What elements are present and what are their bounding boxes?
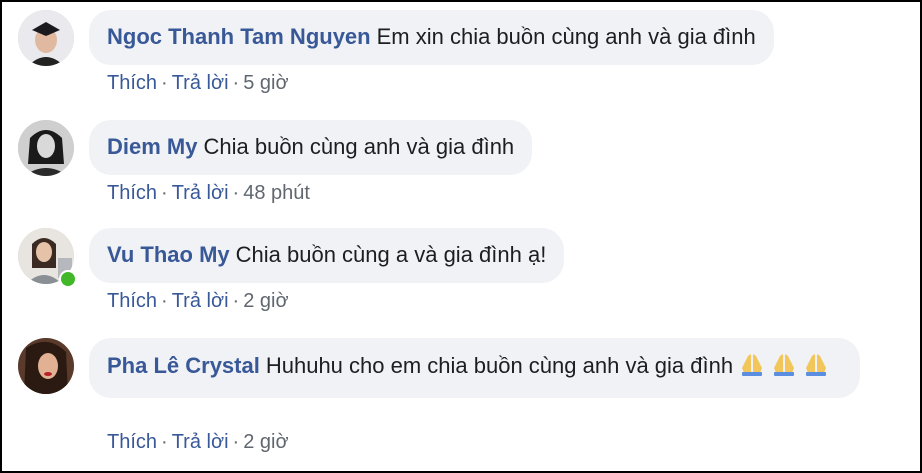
comment-bubble: Ngoc Thanh Tam Nguyen Em xin chia buồn cù… bbox=[89, 10, 774, 65]
comment-timestamp[interactable]: 5 giờ bbox=[243, 72, 288, 94]
comment-bubble: Pha Lê Crystal Huhuhu cho em chia buồn cù… bbox=[89, 338, 860, 398]
comment-text: Em xin chia buồn cùng anh và gia đình bbox=[376, 24, 756, 49]
comment-actions: Thích · Trả lời · 2 giờ bbox=[107, 290, 289, 312]
reply-link[interactable]: Trả lời bbox=[172, 182, 229, 204]
avatar[interactable] bbox=[18, 338, 74, 394]
comment-author[interactable]: Ngoc Thanh Tam Nguyen bbox=[107, 24, 371, 49]
comment-actions: Thích · Trả lời · 5 giờ bbox=[107, 72, 289, 94]
like-link[interactable]: Thích bbox=[107, 290, 157, 312]
like-link[interactable]: Thích bbox=[107, 72, 157, 94]
comment-timestamp[interactable]: 2 giờ bbox=[243, 431, 288, 453]
comment-list: Ngoc Thanh Tam Nguyen Em xin chia buồn cù… bbox=[0, 0, 922, 473]
folded-hands-icon bbox=[803, 351, 829, 384]
comment-timestamp[interactable]: 48 phút bbox=[243, 182, 310, 204]
folded-hands-icon bbox=[771, 351, 797, 384]
comment-actions: Thích · Trả lời · 48 phút bbox=[107, 182, 310, 204]
folded-hands-icon bbox=[739, 351, 765, 384]
comment-timestamp[interactable]: 2 giờ bbox=[243, 290, 288, 312]
comment-text: Chia buồn cùng a và gia đình ạ! bbox=[235, 242, 547, 267]
comment-author[interactable]: Pha Lê Crystal bbox=[107, 353, 260, 378]
avatar[interactable] bbox=[18, 120, 74, 176]
like-link[interactable]: Thích bbox=[107, 431, 157, 453]
comment-bubble: Vu Thao My Chia buồn cùng a và gia đình ạ… bbox=[89, 228, 565, 283]
reply-link[interactable]: Trả lời bbox=[172, 431, 229, 453]
comment-text: Huhuhu cho em chia buồn cùng anh và gia … bbox=[265, 353, 734, 378]
comment-text: Chia buồn cùng anh và gia đình bbox=[203, 134, 515, 159]
comment-actions: Thích · Trả lời · 2 giờ bbox=[107, 431, 289, 453]
reply-link[interactable]: Trả lời bbox=[172, 72, 229, 94]
like-link[interactable]: Thích bbox=[107, 182, 157, 204]
online-status-icon bbox=[59, 270, 77, 288]
comment-author[interactable]: Vu Thao My bbox=[107, 242, 230, 267]
reply-link[interactable]: Trả lời bbox=[172, 290, 229, 312]
comment-author[interactable]: Diem My bbox=[107, 134, 197, 159]
comment-bubble: Diem My Chia buồn cùng anh và gia đình bbox=[89, 120, 533, 175]
avatar[interactable] bbox=[18, 10, 74, 66]
